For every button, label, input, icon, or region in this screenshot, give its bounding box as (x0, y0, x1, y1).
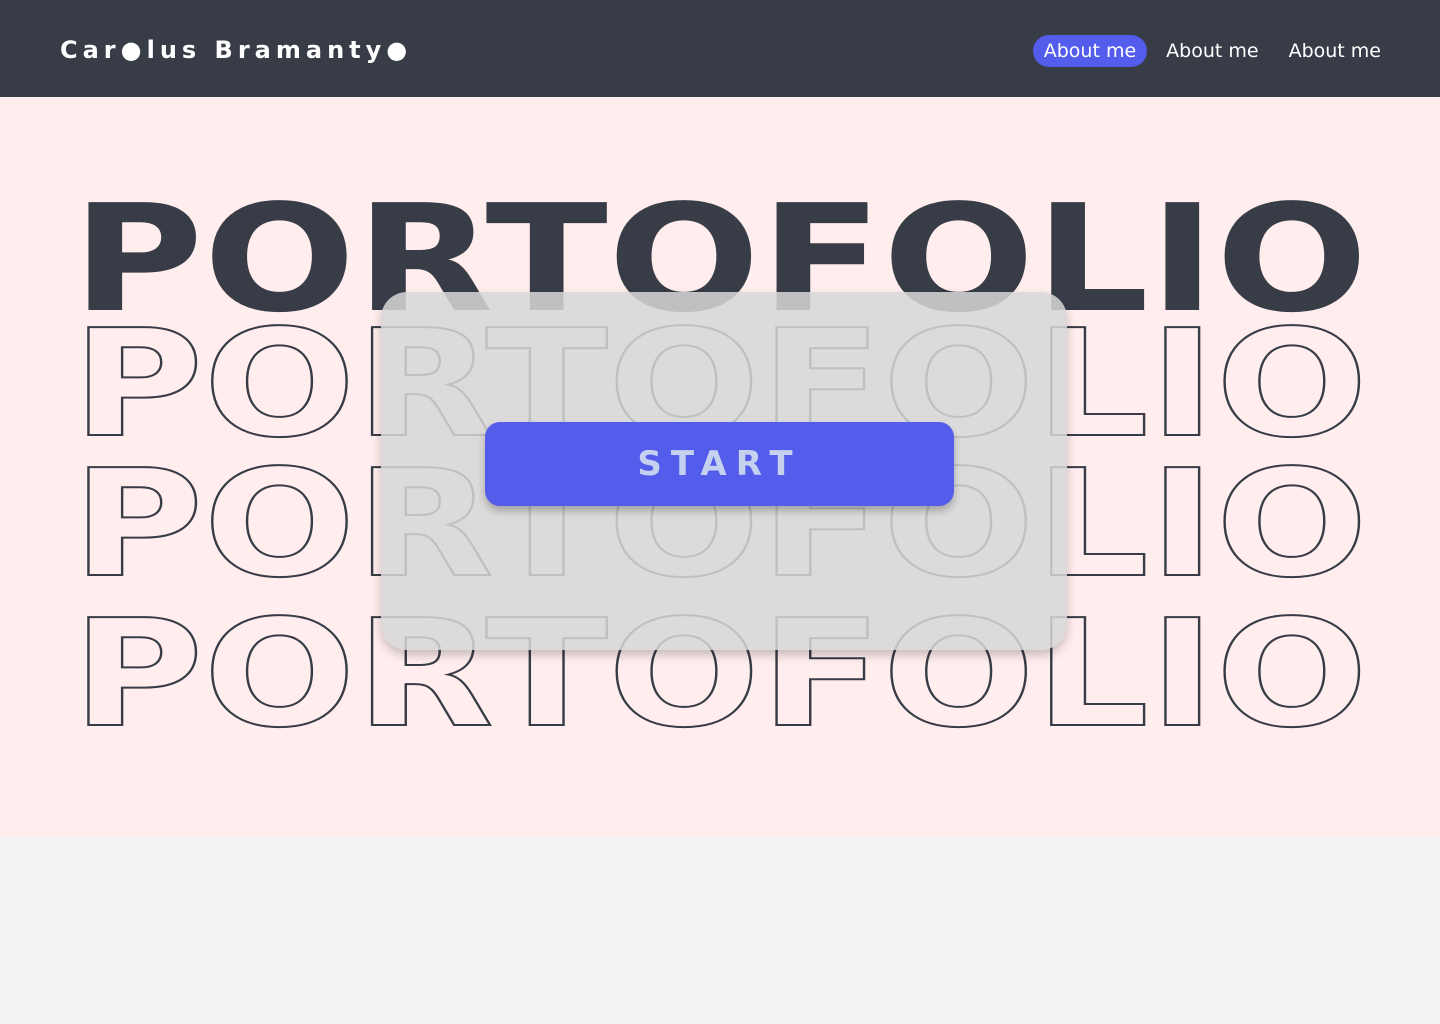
main-nav: About me About me About me (1032, 35, 1392, 67)
brand-name[interactable]: Car●lus Bramanty● (60, 32, 412, 68)
start-overlay-card: START (381, 292, 1067, 650)
nav-item-about-me-2[interactable]: About me (1155, 35, 1269, 67)
nav-item-about-me-3[interactable]: About me (1278, 35, 1392, 67)
hero-section: PORTOFOLIO PORTOFOLIO PORTOFOLIO PORTOFO… (0, 97, 1440, 837)
nav-item-about-me-active[interactable]: About me (1032, 35, 1148, 67)
top-navbar: Car●lus Bramanty● About me About me Abou… (0, 0, 1440, 97)
start-button[interactable]: START (485, 422, 954, 506)
